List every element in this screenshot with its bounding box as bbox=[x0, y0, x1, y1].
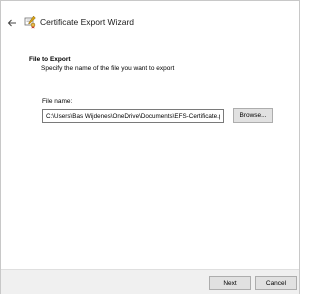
browse-button[interactable]: Browse... bbox=[233, 108, 273, 123]
certificate-export-wizard-window: Certificate Export Wizard File to Export… bbox=[0, 0, 300, 294]
next-button[interactable]: Next bbox=[209, 276, 251, 290]
window-title: Certificate Export Wizard bbox=[40, 17, 134, 27]
back-button[interactable] bbox=[5, 16, 19, 30]
file-name-label: File name: bbox=[42, 98, 73, 105]
wizard-footer: Next Cancel bbox=[1, 269, 299, 294]
certificate-wizard-icon bbox=[24, 15, 36, 29]
cancel-button[interactable]: Cancel bbox=[255, 276, 297, 290]
arrow-left-icon bbox=[7, 19, 16, 27]
page-header: File to Export Specify the name of the f… bbox=[29, 56, 174, 74]
page-subtitle: Specify the name of the file you want to… bbox=[41, 65, 175, 72]
file-name-input[interactable] bbox=[42, 109, 224, 123]
title-bar: Certificate Export Wizard bbox=[1, 1, 299, 45]
page-title: File to Export bbox=[29, 56, 71, 63]
